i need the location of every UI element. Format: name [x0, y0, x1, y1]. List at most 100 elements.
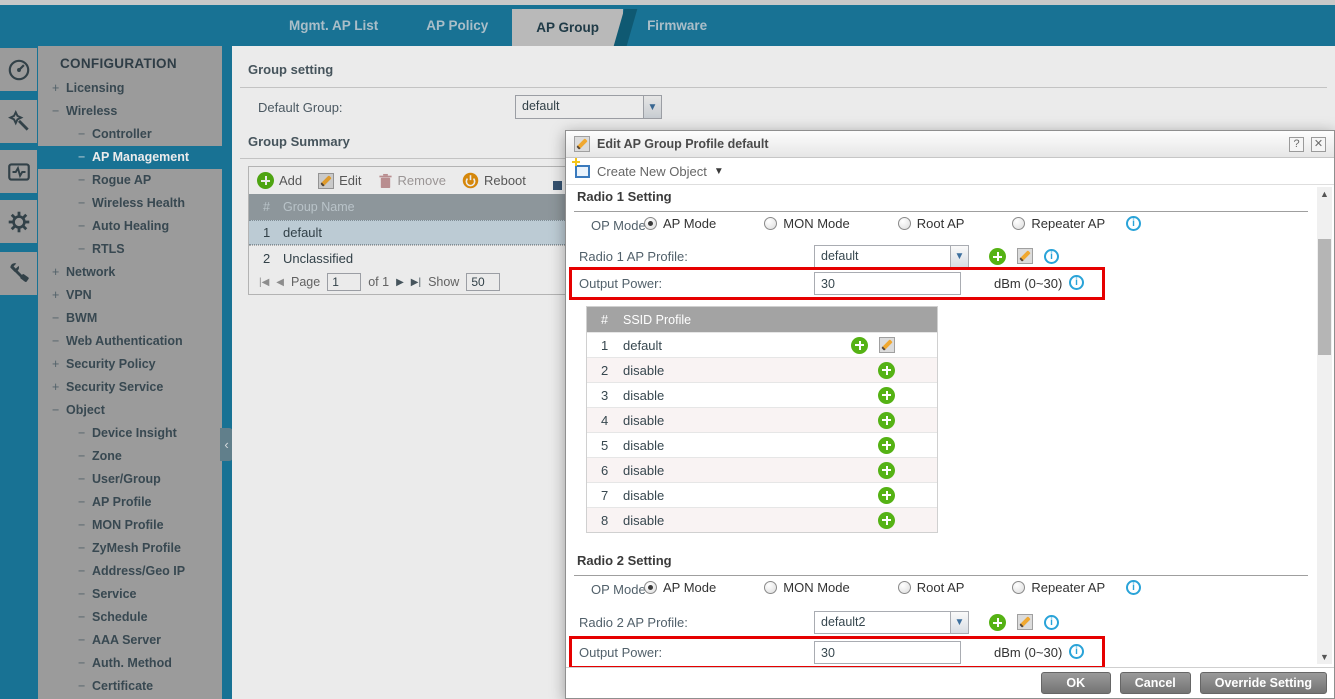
footer-button[interactable]: OK — [1041, 672, 1111, 694]
info-icon[interactable] — [1044, 249, 1059, 264]
sidebar-item[interactable]: −Object — [38, 399, 222, 422]
expander-icon[interactable]: − — [78, 169, 92, 192]
radio-option[interactable]: MON Mode — [764, 216, 849, 231]
show-input[interactable] — [466, 273, 500, 291]
sidebar-item[interactable]: −ZyMesh Profile — [38, 537, 222, 560]
wizard-icon[interactable] — [0, 100, 37, 143]
edit-profile-icon[interactable] — [1017, 614, 1033, 630]
expander-icon[interactable]: + — [52, 284, 66, 307]
info-icon[interactable] — [1126, 216, 1141, 231]
tab[interactable]: Firmware — [623, 5, 731, 46]
expander-icon[interactable]: − — [78, 514, 92, 537]
sidebar-item[interactable]: −Auth. Method — [38, 652, 222, 675]
expander-icon[interactable]: − — [78, 652, 92, 675]
radio-option[interactable]: MON Mode — [764, 580, 849, 595]
reboot-button[interactable]: Reboot — [462, 172, 526, 189]
sidebar-item[interactable]: +Network — [38, 261, 222, 284]
radio-button-icon[interactable] — [1012, 581, 1025, 594]
sidebar-item[interactable]: −MON Profile — [38, 514, 222, 537]
expander-icon[interactable]: − — [52, 399, 66, 422]
chevron-down-icon[interactable]: ▼ — [950, 612, 968, 633]
radio-option[interactable]: Repeater AP — [1012, 216, 1105, 231]
sidebar-item[interactable]: −AAA Server — [38, 629, 222, 652]
expander-icon[interactable]: + — [52, 77, 66, 100]
scroll-up-icon[interactable]: ▲ — [1317, 187, 1332, 201]
info-icon[interactable] — [1126, 580, 1141, 595]
expander-icon[interactable]: − — [78, 445, 92, 468]
expander-icon[interactable]: − — [78, 537, 92, 560]
sidebar-item[interactable]: −User/Group — [38, 468, 222, 491]
dialog-scrollbar[interactable]: ▲ ▼ — [1317, 187, 1332, 664]
radio-button-icon[interactable] — [644, 581, 657, 594]
info-icon[interactable] — [1069, 644, 1084, 659]
expander-icon[interactable]: − — [78, 238, 92, 261]
sidebar-item[interactable]: −Service — [38, 583, 222, 606]
add-ssid-icon[interactable] — [878, 487, 895, 504]
edit-ssid-icon[interactable] — [879, 337, 895, 353]
expander-icon[interactable]: + — [52, 376, 66, 399]
add-button[interactable]: Add — [257, 172, 302, 189]
expander-icon[interactable]: − — [78, 422, 92, 445]
expander-icon[interactable]: − — [78, 629, 92, 652]
add-profile-icon[interactable] — [989, 248, 1006, 265]
expander-icon[interactable]: + — [52, 353, 66, 376]
sidebar-item[interactable]: −Schedule — [38, 606, 222, 629]
sidebar-item[interactable]: −BWM — [38, 307, 222, 330]
ssid-row[interactable]: 7 disable — [587, 482, 937, 507]
sidebar-item[interactable]: −Auto Healing — [38, 215, 222, 238]
ssid-row[interactable]: 8 disable — [587, 507, 937, 532]
sidebar-item[interactable]: −Certificate — [38, 675, 222, 698]
tab[interactable]: AP Group — [512, 9, 623, 46]
dashboard-icon[interactable] — [0, 48, 37, 91]
ssid-row[interactable]: 2 disable — [587, 357, 937, 382]
add-ssid-icon[interactable] — [878, 412, 895, 429]
monitoring-icon[interactable] — [0, 150, 37, 193]
expander-icon[interactable]: − — [78, 560, 92, 583]
page-input[interactable] — [327, 273, 361, 291]
close-icon[interactable]: ✕ — [1311, 137, 1326, 152]
radio-option[interactable]: Root AP — [898, 580, 965, 595]
remove-button[interactable]: Remove — [378, 173, 446, 189]
expander-icon[interactable]: − — [78, 491, 92, 514]
sidebar-item[interactable]: −AP Management — [38, 146, 222, 169]
radio-option[interactable]: AP Mode — [644, 216, 716, 231]
expander-icon[interactable]: − — [78, 146, 92, 169]
sidebar-item[interactable]: +Licensing — [38, 77, 222, 100]
radio-button-icon[interactable] — [898, 581, 911, 594]
radio-button-icon[interactable] — [764, 217, 777, 230]
ssid-row[interactable]: 1 default — [587, 332, 937, 357]
footer-button[interactable]: Cancel — [1120, 672, 1191, 694]
sidebar-item[interactable]: +Security Service — [38, 376, 222, 399]
maintenance-icon[interactable] — [0, 252, 37, 295]
expander-icon[interactable]: − — [52, 307, 66, 330]
scroll-down-icon[interactable]: ▼ — [1317, 650, 1332, 664]
info-icon[interactable] — [1044, 615, 1059, 630]
sidebar-item[interactable]: −Address/Geo IP — [38, 560, 222, 583]
sidebar-item[interactable]: +Security Policy — [38, 353, 222, 376]
sidebar-item[interactable]: −Wireless Health — [38, 192, 222, 215]
next-page-icon[interactable]: ▶ — [396, 277, 404, 288]
edit-profile-icon[interactable] — [1017, 248, 1033, 264]
sidebar-item[interactable]: −AP Profile — [38, 491, 222, 514]
sidebar-item[interactable]: −Rogue AP — [38, 169, 222, 192]
add-ssid-icon[interactable] — [851, 337, 868, 354]
radio2-profile-select[interactable]: default2 ▼ — [814, 611, 969, 634]
expander-icon[interactable]: − — [78, 583, 92, 606]
edit-button[interactable]: Edit — [318, 173, 361, 189]
ssid-row[interactable]: 3 disable — [587, 382, 937, 407]
tab[interactable]: AP Policy — [402, 5, 512, 46]
sidebar-item[interactable]: −Zone — [38, 445, 222, 468]
expander-icon[interactable]: − — [78, 215, 92, 238]
expander-icon[interactable]: − — [78, 468, 92, 491]
ssid-row[interactable]: 6 disable — [587, 457, 937, 482]
tab[interactable]: Mgmt. AP List — [265, 5, 402, 46]
scrollbar-thumb[interactable] — [1318, 239, 1331, 355]
chevron-down-icon[interactable]: ▼ — [950, 246, 968, 267]
expander-icon[interactable]: − — [78, 675, 92, 698]
last-page-icon[interactable]: ▶| — [411, 277, 421, 288]
radio-option[interactable]: Repeater AP — [1012, 580, 1105, 595]
add-ssid-icon[interactable] — [878, 362, 895, 379]
radio-button-icon[interactable] — [1012, 217, 1025, 230]
sidebar-item[interactable]: −Controller — [38, 123, 222, 146]
create-new-object-button[interactable]: Create New Object ▼ — [566, 158, 1334, 185]
